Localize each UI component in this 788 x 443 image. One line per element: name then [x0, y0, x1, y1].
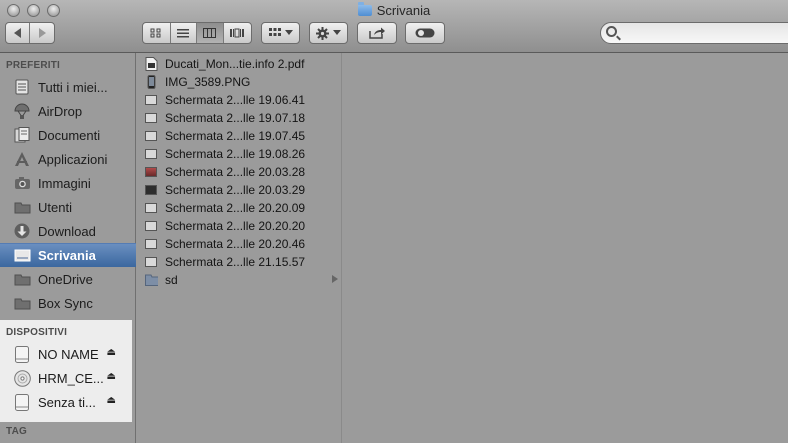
eject-icon[interactable]: ⏏ [107, 395, 116, 406]
screenshot-file-icon [145, 111, 158, 125]
screenshot-file-icon [145, 147, 158, 161]
sidebar-item-onedrive[interactable]: OneDrive [0, 267, 136, 291]
back-forward-control [5, 22, 55, 44]
sidebar-item-documents[interactable]: Documenti [0, 123, 136, 147]
sidebar-item-airdrop[interactable]: AirDrop [0, 99, 136, 123]
file-row[interactable]: Schermata 2...lle 20.03.28 [137, 163, 342, 181]
disk-icon [13, 393, 31, 411]
file-row[interactable]: Schermata 2...lle 19.07.18 [137, 109, 342, 127]
search-input[interactable] [621, 25, 781, 41]
screenshot-file-icon [145, 183, 158, 197]
folder-icon [13, 295, 31, 312]
arrange-grid-icon [268, 28, 281, 36]
folder-icon [13, 199, 31, 216]
forward-button[interactable] [30, 23, 54, 43]
folder-row-sd[interactable]: sd [137, 271, 342, 289]
toggle-tags-icon [415, 28, 435, 38]
column-view-button[interactable] [197, 23, 224, 43]
file-column: Ducati_Mon...tie.info 2.pdf IMG_3589.PNG… [137, 53, 342, 443]
list-view-button[interactable] [171, 23, 198, 43]
chevron-down-icon [333, 30, 341, 35]
screenshot-file-icon [145, 237, 158, 251]
documents-icon [13, 127, 31, 144]
action-button[interactable] [309, 22, 348, 44]
file-row[interactable]: Schermata 2...lle 20.20.09 [137, 199, 342, 217]
all-files-icon [13, 79, 31, 96]
folder-icon [145, 274, 158, 286]
favorites-heading: PREFERITI [6, 60, 61, 71]
icon-view-button[interactable] [143, 23, 171, 43]
sidebar-device-hrm[interactable]: HRM_CE... ⏏ [0, 366, 132, 390]
chevron-right-icon [39, 28, 46, 38]
search-icon [606, 26, 617, 37]
sidebar: PREFERITI Tutti i miei... AirDrop Docume… [0, 53, 136, 443]
sidebar-item-desktop[interactable]: Scrivania [0, 243, 136, 267]
image-file-icon [147, 75, 156, 89]
screenshot-file-icon [145, 255, 158, 269]
sidebar-device-untitled[interactable]: Senza ti... ⏏ [0, 390, 132, 414]
pdf-file-icon [145, 57, 158, 71]
view-mode-control [142, 22, 252, 44]
file-row[interactable]: IMG_3589.PNG [137, 73, 342, 91]
arrange-button[interactable] [261, 22, 300, 44]
empty-column-pane [343, 53, 788, 443]
eject-icon[interactable]: ⏏ [107, 347, 116, 358]
eject-icon[interactable]: ⏏ [107, 371, 116, 382]
file-row[interactable]: Schermata 2...lle 20.20.20 [137, 217, 342, 235]
file-row[interactable]: Schermata 2...lle 19.07.45 [137, 127, 342, 145]
coverflow-view-icon [230, 28, 245, 38]
sidebar-item-pictures[interactable]: Immagini [0, 171, 136, 195]
chevron-down-icon [284, 30, 293, 35]
icon-view-icon [150, 28, 161, 38]
screenshot-file-icon [145, 165, 158, 179]
back-button[interactable] [6, 23, 31, 43]
devices-heading: DISPOSITIVI [6, 327, 68, 338]
screenshot-file-icon [145, 219, 158, 233]
file-row[interactable]: Schermata 2...lle 19.06.41 [137, 91, 342, 109]
file-row[interactable]: Schermata 2...lle 21.15.57 [137, 253, 342, 271]
file-row[interactable]: Ducati_Mon...tie.info 2.pdf [137, 55, 342, 73]
folder-icon [357, 2, 372, 16]
window-title: Scrivania [0, 2, 788, 18]
sidebar-item-box-sync[interactable]: Box Sync [0, 291, 136, 315]
column-view-icon [203, 28, 217, 38]
screenshot-file-icon [145, 129, 158, 143]
gear-icon [316, 26, 329, 40]
disk-icon [13, 345, 31, 363]
screenshot-file-icon [145, 93, 158, 107]
sidebar-item-all-files[interactable]: Tutti i miei... [0, 75, 136, 99]
share-button[interactable] [357, 22, 397, 44]
sidebar-item-downloads[interactable]: Download [0, 219, 136, 243]
folder-icon [13, 271, 31, 288]
chevron-left-icon [13, 28, 21, 38]
camera-icon [13, 175, 31, 192]
sidebar-device-no-name[interactable]: NO NAME ⏏ [0, 342, 132, 366]
download-icon [13, 223, 31, 240]
airdrop-icon [13, 103, 31, 120]
tags-toggle-button[interactable] [405, 22, 445, 44]
list-view-icon [177, 29, 190, 38]
tags-heading: TAG [6, 426, 27, 437]
screenshot-file-icon [145, 201, 158, 215]
file-row[interactable]: Schermata 2...lle 20.03.29 [137, 181, 342, 199]
sidebar-item-users[interactable]: Utenti [0, 195, 136, 219]
file-row[interactable]: Schermata 2...lle 19.08.26 [137, 145, 342, 163]
disclosure-arrow-icon[interactable] [332, 275, 338, 283]
applications-icon [13, 151, 31, 168]
sidebar-item-applications[interactable]: Applicazioni [0, 147, 136, 171]
search-field[interactable] [600, 22, 788, 44]
devices-section: DISPOSITIVI NO NAME ⏏ HRM_CE... ⏏ Senza … [0, 320, 132, 422]
file-row[interactable]: Schermata 2...lle 20.20.46 [137, 235, 342, 253]
coverflow-view-button[interactable] [224, 23, 251, 43]
desktop-icon [13, 247, 31, 264]
cd-icon [13, 369, 31, 387]
window-toolbar: Scrivania [0, 0, 788, 53]
share-icon [369, 27, 385, 39]
